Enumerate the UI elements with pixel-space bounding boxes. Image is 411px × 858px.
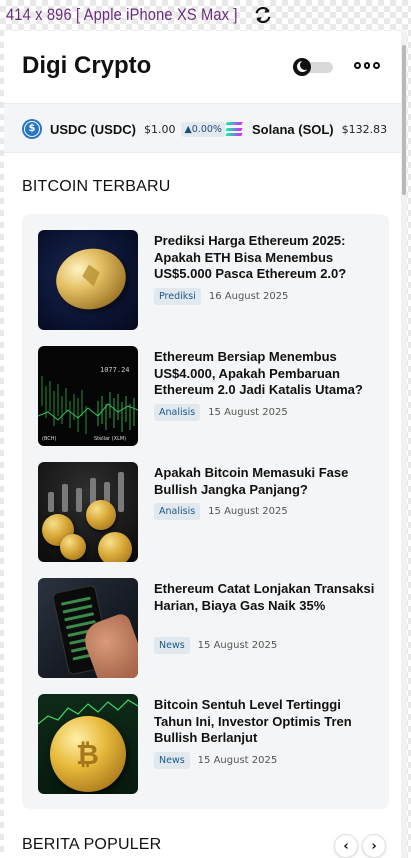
more-dots-icon[interactable] — [354, 62, 381, 72]
news-meta: Analisis 15 August 2025 — [154, 404, 288, 421]
news-thumbnail[interactable]: ₿ — [38, 694, 138, 794]
category-tag[interactable]: News — [154, 752, 190, 769]
category-tag[interactable]: Prediksi — [154, 288, 201, 305]
phone-viewport: Digi Crypto USDC (USDC) $1.00 ▲0.00% Sol… — [4, 31, 407, 858]
section-title-latest: BITCOIN TERBARU — [22, 178, 171, 195]
news-item[interactable]: ₿ Bitcoin Sentuh Level Tertinggi Tahun I… — [38, 694, 378, 794]
device-toolbar: 414 x 896 [ Apple iPhone XS Max ] — [0, 0, 411, 30]
device-size-label: 414 x 896 [ Apple iPhone XS Max ] — [6, 5, 238, 24]
news-item[interactable]: Prediksi Harga Ethereum 2025: Apakah ETH… — [38, 230, 378, 330]
solana-icon — [225, 122, 243, 136]
coin-name: USDC (USDC) — [50, 121, 136, 137]
news-meta: News 15 August 2025 — [154, 752, 277, 769]
coin-name: Solana (SOL) — [252, 121, 334, 137]
news-date: 16 August 2025 — [208, 291, 289, 302]
category-tag[interactable]: Analisis — [154, 404, 201, 421]
carousel-prev-button[interactable]: ‹ — [334, 834, 358, 858]
coin-price: $132.83 — [341, 122, 388, 136]
category-tag[interactable]: News — [154, 637, 190, 654]
news-meta: News 15 August 2025 — [154, 637, 277, 654]
rotate-icon[interactable] — [252, 4, 274, 26]
section-title-popular: BERITA POPULER — [22, 836, 162, 853]
news-item[interactable]: Ethereum Catat Lonjakan Transaksi Harian… — [38, 578, 378, 678]
chevron-left-icon: ‹ — [343, 838, 349, 854]
news-meta: Prediksi 16 August 2025 — [154, 288, 288, 305]
category-tag[interactable]: Analisis — [154, 503, 201, 520]
news-date: 15 August 2025 — [208, 506, 288, 517]
thumb-label: Stellar (XLM) — [94, 436, 127, 442]
brand-logo[interactable]: Digi Crypto — [22, 52, 151, 80]
usdc-icon — [22, 119, 42, 139]
chevron-right-icon: › — [371, 838, 377, 854]
coin-change-badge: ▲0.00% — [181, 121, 225, 137]
news-thumbnail[interactable] — [38, 578, 138, 678]
thumb-price-label: 1077.24 — [100, 366, 130, 374]
news-thumbnail[interactable]: 1077.24 (BCH) Stellar (XLM) — [38, 346, 138, 446]
scrollbar[interactable] — [401, 31, 407, 858]
news-title[interactable]: Ethereum Bersiap Menembus US$4.000, Apak… — [154, 349, 378, 399]
thumb-label: (BCH) — [42, 436, 57, 442]
coin-price: $1.00 — [143, 122, 176, 136]
scrollbar-thumb[interactable] — [402, 45, 406, 195]
news-title[interactable]: Bitcoin Sentuh Level Tertinggi Tahun Ini… — [154, 697, 378, 747]
news-title[interactable]: Ethereum Catat Lonjakan Transaksi Harian… — [154, 581, 378, 614]
ticker-item-usdc[interactable]: USDC (USDC) $1.00 ▲0.00% — [22, 104, 225, 152]
news-thumbnail[interactable] — [38, 230, 138, 330]
price-ticker: USDC (USDC) $1.00 ▲0.00% Solana (SOL) $1… — [4, 103, 401, 153]
news-date: 15 August 2025 — [208, 407, 288, 418]
news-title[interactable]: Apakah Bitcoin Memasuki Fase Bullish Jan… — [154, 465, 378, 498]
carousel-next-button[interactable]: › — [362, 834, 386, 858]
ticker-item-sol[interactable]: Solana (SOL) $132.83 — [225, 104, 393, 152]
news-thumbnail[interactable] — [38, 462, 138, 562]
news-list: Prediksi Harga Ethereum 2025: Apakah ETH… — [22, 214, 389, 809]
news-date: 15 August 2025 — [197, 640, 278, 651]
news-item[interactable]: Apakah Bitcoin Memasuki Fase Bullish Jan… — [38, 462, 378, 562]
news-meta: Analisis 15 August 2025 — [154, 503, 288, 520]
news-item[interactable]: 1077.24 (BCH) Stellar (XLM) Ethereum Ber… — [38, 346, 378, 446]
news-title[interactable]: Prediksi Harga Ethereum 2025: Apakah ETH… — [154, 233, 378, 283]
news-date: 15 August 2025 — [197, 755, 278, 766]
site-header: Digi Crypto — [4, 31, 401, 101]
moon-icon — [293, 58, 311, 76]
theme-toggle[interactable] — [293, 58, 335, 76]
